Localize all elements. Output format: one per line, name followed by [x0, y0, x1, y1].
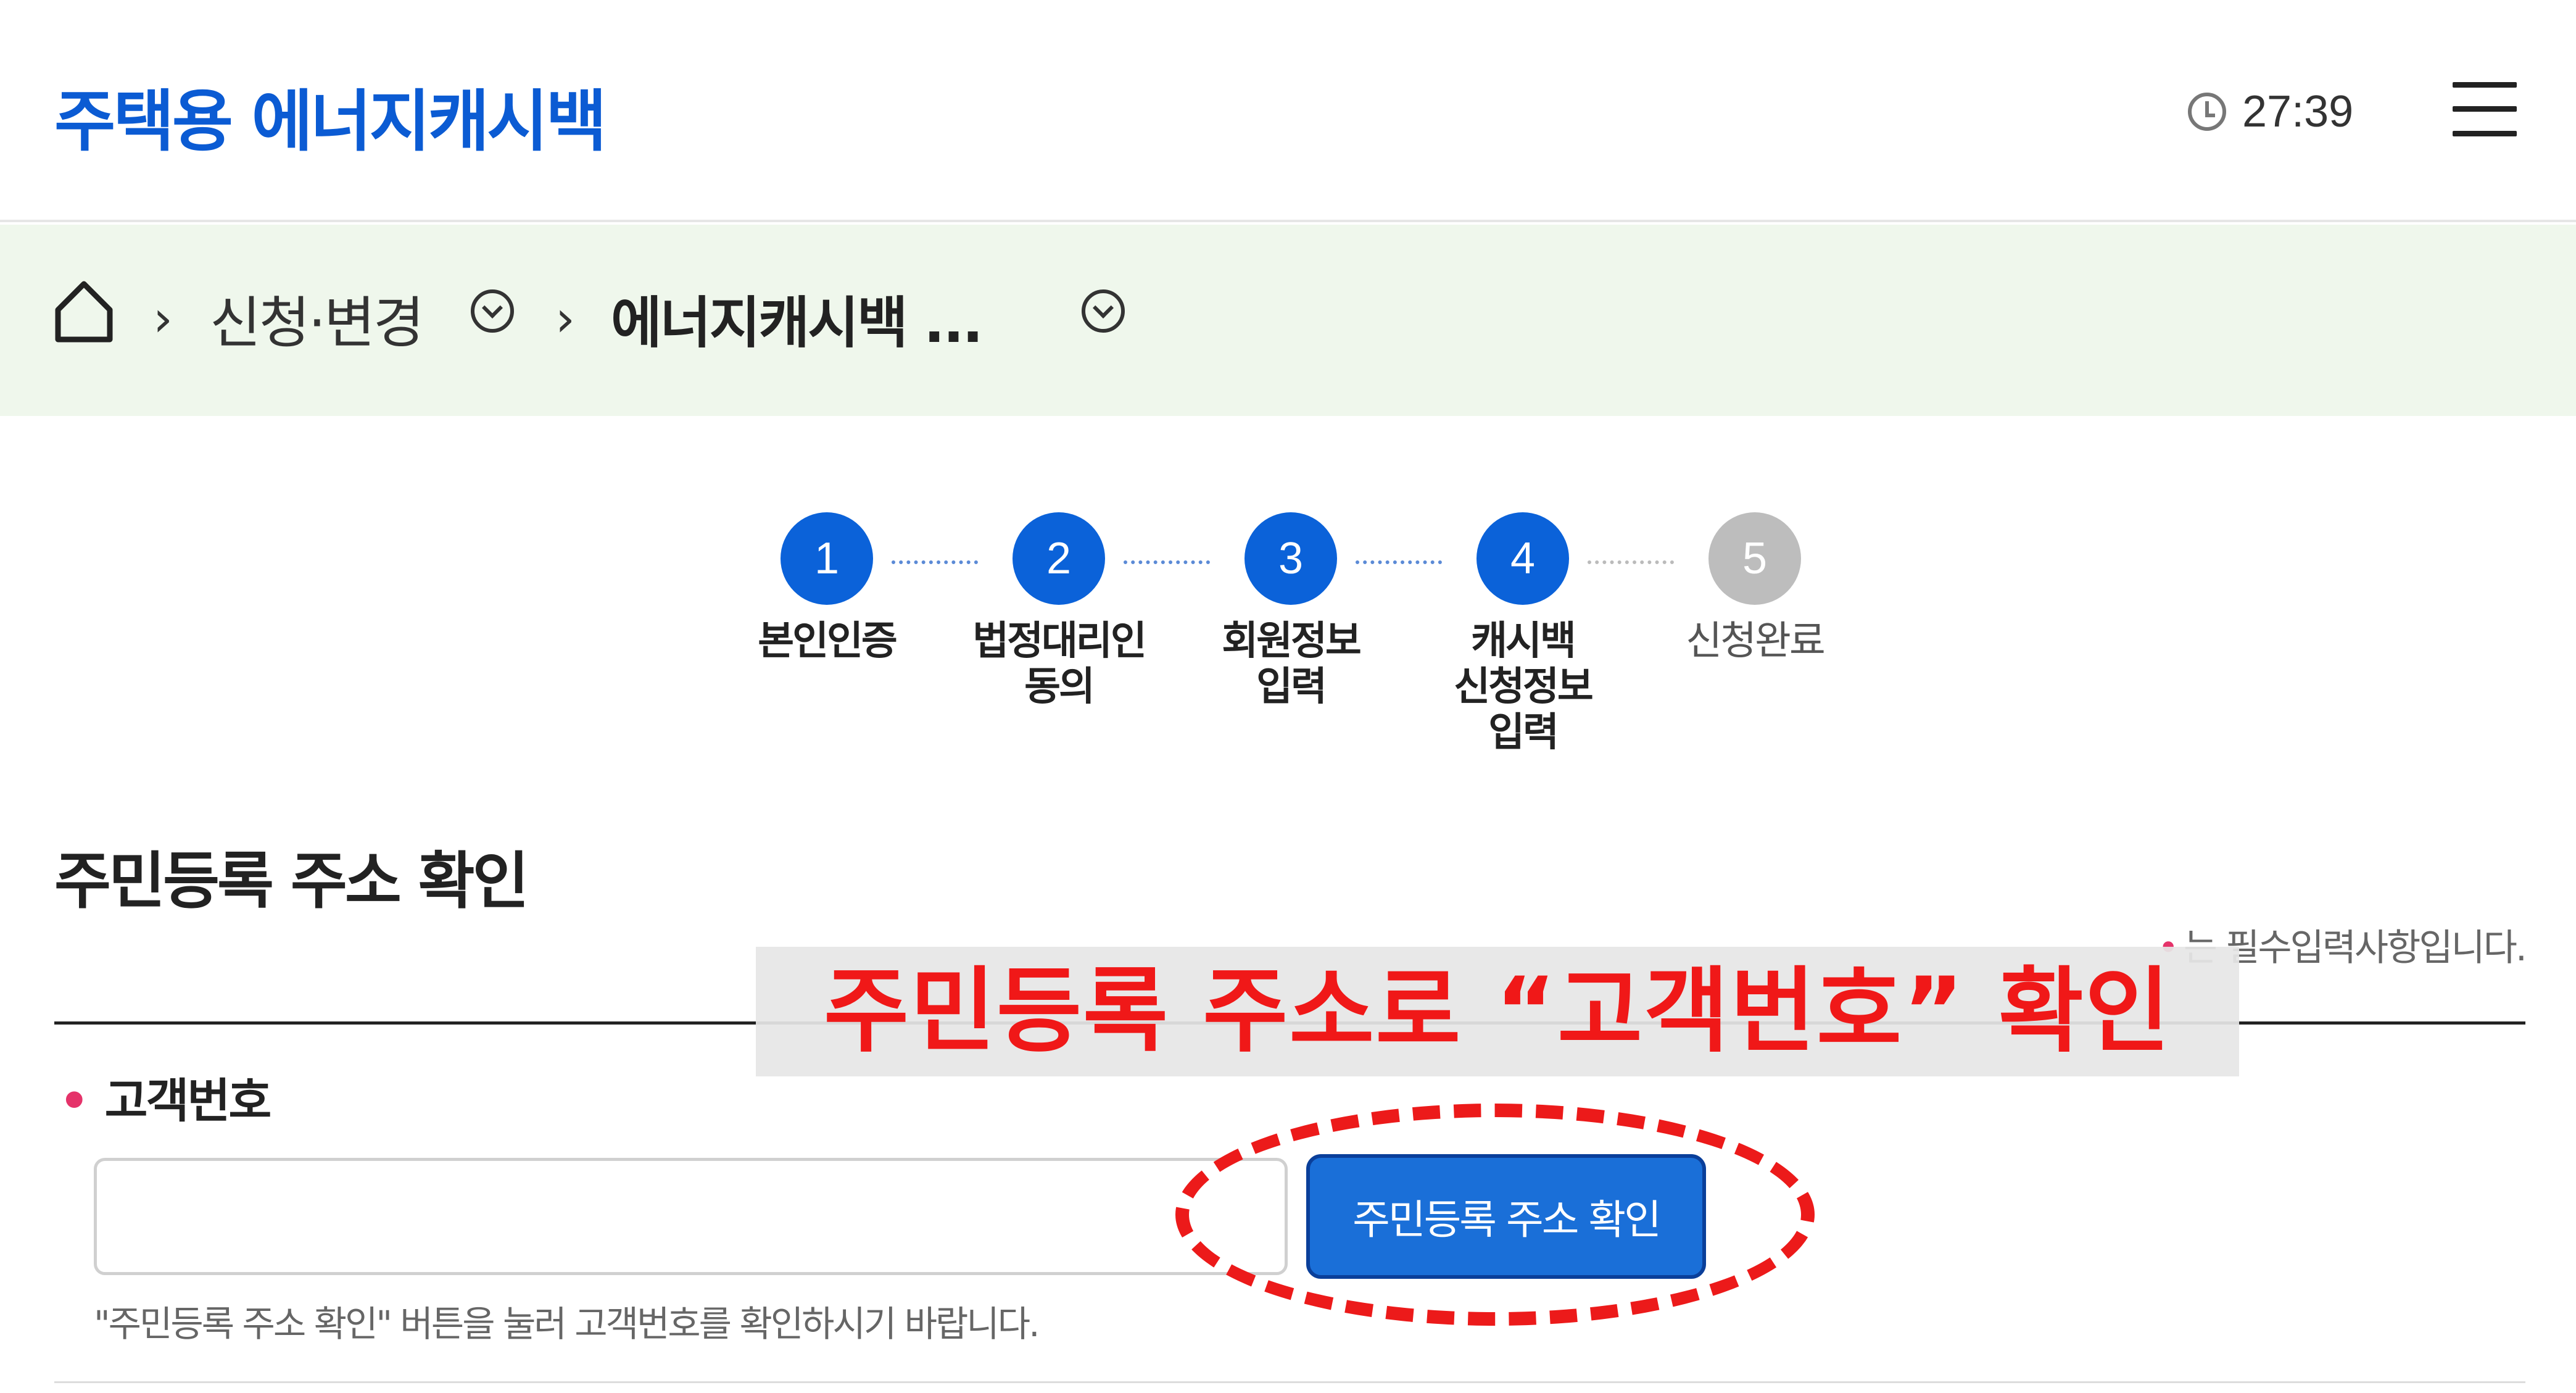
step-number: 2: [1013, 512, 1105, 605]
step-number: 5: [1708, 512, 1801, 605]
step-connector: [892, 560, 978, 564]
step-number: 1: [781, 512, 873, 605]
home-icon[interactable]: [53, 279, 115, 343]
breadcrumb-item-current[interactable]: 에너지캐시백 ...: [611, 278, 984, 358]
customer-number-label: • 고객번호: [59, 1063, 272, 1131]
step-5: 5 신청완료: [1662, 512, 1847, 664]
step-4: 4 캐시백 신청정보 입력: [1430, 512, 1615, 755]
chevron-right-icon: ›: [153, 290, 173, 347]
step-label: 신청완료: [1686, 618, 1826, 664]
chevron-down-circle-icon[interactable]: [1082, 289, 1125, 333]
step-label: 법정대리인 동의: [972, 618, 1146, 710]
step-1: 1 본인인증: [734, 512, 919, 664]
chevron-down-circle-icon[interactable]: [471, 289, 514, 333]
divider: [54, 1381, 2525, 1383]
annotation-ellipse: [1175, 1104, 1815, 1326]
step-number: 4: [1476, 512, 1569, 605]
annotation-text: 주민등록 주소로 “고객번호” 확인: [824, 958, 2171, 1065]
chevron-right-icon: ›: [555, 290, 575, 347]
step-number: 3: [1245, 512, 1337, 605]
header: 주택용 에너지캐시백 27:39: [0, 0, 2576, 222]
timer-text: 27:39: [2242, 87, 2354, 136]
step-connector: [1124, 560, 1210, 564]
step-label: 회원정보 입력: [1222, 618, 1362, 710]
session-timer: 27:39: [2188, 86, 2353, 137]
hamburger-menu-icon[interactable]: [2453, 82, 2517, 136]
site-logo[interactable]: 주택용 에너지캐시백: [54, 68, 607, 164]
required-dot: •: [59, 1073, 89, 1128]
step-connector: [1356, 560, 1442, 564]
field-label-text: 고객번호: [104, 1073, 272, 1128]
annotation-banner: 주민등록 주소로 “고객번호” 확인: [756, 947, 2239, 1076]
breadcrumb-item-apply-change[interactable]: 신청·변경: [210, 278, 425, 358]
help-text: "주민등록 주소 확인" 버튼을 눌러 고객번호를 확인하시기 바랍니다.: [94, 1303, 1040, 1345]
step-label: 본인인증: [758, 618, 898, 664]
step-label: 캐시백 신청정보 입력: [1454, 618, 1594, 755]
step-3: 3 회원정보 입력: [1198, 512, 1383, 710]
step-connector: [1588, 560, 1674, 564]
section-title: 주민등록 주소 확인: [54, 845, 529, 917]
clock-icon: [2188, 93, 2226, 131]
customer-number-input[interactable]: [94, 1158, 1288, 1275]
step-2: 2 법정대리인 동의: [966, 512, 1151, 710]
